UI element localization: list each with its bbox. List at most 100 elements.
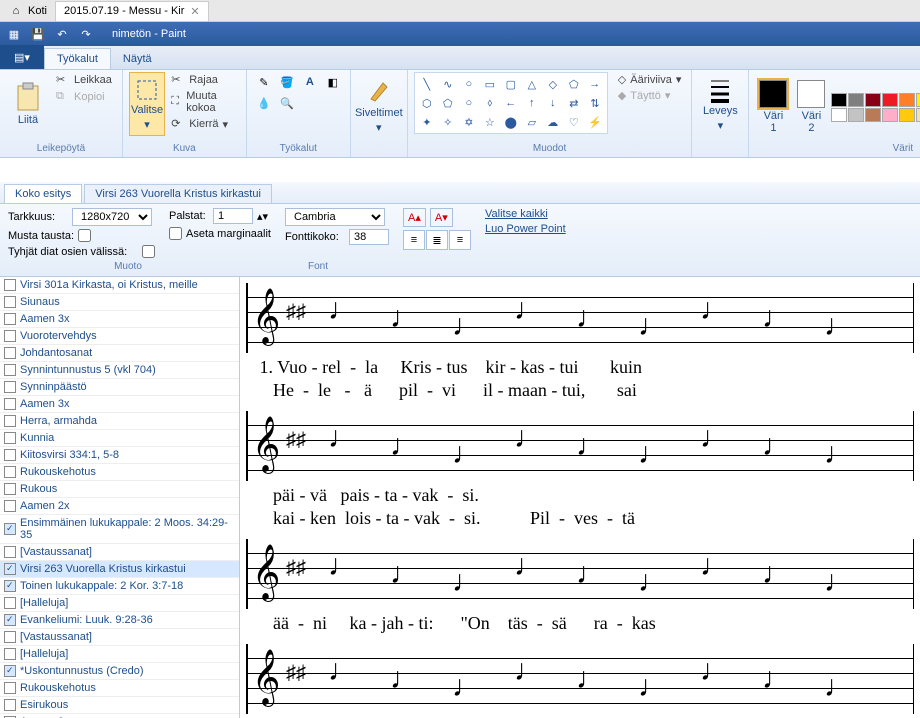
shrink-font-icon[interactable]: A▾ [430,208,453,227]
list-item[interactable]: [Vastaussanat] [0,629,239,646]
color-swatch[interactable] [848,93,864,107]
color-palette[interactable] [831,93,920,122]
checkbox-icon[interactable] [4,631,16,643]
app-menu-icon[interactable]: ▦ [4,25,24,43]
list-item[interactable]: Esirukous [0,697,239,714]
font-select[interactable]: Cambria [285,208,385,226]
list-item[interactable]: Herra, armahda [0,413,239,430]
resize-button[interactable]: ⛶Muuta kokoa [167,89,240,115]
checkbox-icon[interactable] [4,665,16,677]
brushes-button[interactable]: Siveltimet▾ [357,72,401,136]
outline-button[interactable]: ◇Ääriviiva▾ [614,72,686,87]
list-item[interactable]: Rukouskehotus [0,464,239,481]
file-menu[interactable]: ▤▾ [0,45,44,69]
pencil-icon[interactable]: ✎ [253,72,275,92]
checkbox-icon[interactable] [4,546,16,558]
checkbox-icon[interactable] [4,415,16,427]
list-item[interactable]: Vuorotervehdys [0,328,239,345]
blackbg-checkbox[interactable] [78,229,91,242]
create-ppt-link[interactable]: Luo Power Point [485,223,566,235]
cut-button[interactable]: ✂Leikkaa [52,72,116,88]
list-item[interactable]: *Uskontunnustus (Credo) [0,663,239,680]
resolution-select[interactable]: 1280x720 [72,208,152,226]
fontsize-spinner[interactable] [349,229,389,245]
select-button[interactable]: Valitse▾ [129,72,165,136]
redo-icon[interactable]: ↷ [76,25,96,43]
text-icon[interactable]: A [299,72,321,92]
list-item[interactable]: Synninpäästö [0,379,239,396]
checkbox-icon[interactable] [4,381,16,393]
list-item[interactable]: [Vastaussanat] [0,544,239,561]
columns-spinner[interactable] [213,208,253,224]
bucket-icon[interactable]: 🪣 [276,72,298,92]
magnifier-icon[interactable]: 🔍 [276,93,298,113]
checkbox-icon[interactable] [4,330,16,342]
paste-button[interactable]: Liitä [6,72,50,136]
list-item[interactable]: Virsi 263 Vuorella Kristus kirkastui [0,561,239,578]
list-item[interactable]: Rukouskehotus [0,680,239,697]
list-item[interactable]: Siunaus [0,294,239,311]
grow-font-icon[interactable]: A▴ [403,208,426,227]
checkbox-icon[interactable] [4,580,16,592]
home-icon[interactable]: ⌂ [8,0,24,22]
list-item[interactable]: [Halleluja] [0,595,239,612]
color-swatch[interactable] [916,108,920,122]
list-item[interactable]: Toinen lukukappale: 2 Kor. 3:7-18 [0,578,239,595]
list-item[interactable]: Kunnia [0,430,239,447]
checkbox-icon[interactable] [4,563,16,575]
color-swatch[interactable] [899,93,915,107]
checkbox-icon[interactable] [4,500,16,512]
list-item[interactable]: Rukous [0,481,239,498]
margins-checkbox[interactable] [169,227,182,240]
align-center-icon[interactable]: ≣ [426,230,448,250]
checkbox-icon[interactable] [4,432,16,444]
checkbox-icon[interactable] [4,313,16,325]
color-swatch[interactable] [882,108,898,122]
checkbox-icon[interactable] [4,466,16,478]
close-icon[interactable]: ✕ [190,5,199,18]
rotate-button[interactable]: ⟳Kierrä▾ [167,116,240,132]
ribbon-tab-tools[interactable]: Työkalut [44,48,111,69]
checkbox-icon[interactable] [4,648,16,660]
emptyslides-checkbox[interactable] [142,245,155,258]
list-item[interactable]: Virsi 301a Kirkasta, oi Kristus, meille [0,277,239,294]
select-all-link[interactable]: Valitse kaikki [485,208,548,220]
checkbox-icon[interactable] [4,597,16,609]
crop-button[interactable]: ✂Rajaa [167,72,240,88]
size-button[interactable]: Leveys▾ [698,72,742,136]
list-item[interactable]: Ensimmäinen lukukappale: 2 Moos. 34:29-3… [0,515,239,544]
copy-button[interactable]: ⧉Kopioi [52,89,116,105]
list-item[interactable]: [Halleluja] [0,646,239,663]
checkbox-icon[interactable] [4,296,16,308]
save-icon[interactable]: 💾 [28,25,48,43]
color2-button[interactable]: Väri 2 [793,80,829,134]
color-swatch[interactable] [882,93,898,107]
tab-hymn[interactable]: Virsi 263 Vuorella Kristus kirkastui [84,184,272,203]
list-item[interactable]: Aamen 3x [0,311,239,328]
home-label[interactable]: Koti [28,5,47,17]
score-canvas[interactable]: 𝄞♯♯♩♩♩♩♩♩♩♩♩ 1. Vuo - rel - la Kris - tu… [240,277,920,718]
list-item[interactable]: Kiitosvirsi 334:1, 5-8 [0,447,239,464]
browser-tab[interactable]: 2015.07.19 - Messu - Kir ✕ [55,1,209,21]
color-swatch[interactable] [831,93,847,107]
checkbox-icon[interactable] [4,279,16,291]
color1-button[interactable]: Väri 1 [755,80,791,134]
align-right-icon[interactable]: ≡ [449,230,471,250]
checkbox-icon[interactable] [4,523,16,535]
checkbox-icon[interactable] [4,364,16,376]
checkbox-icon[interactable] [4,483,16,495]
eyedropper-icon[interactable]: 💧 [253,93,275,113]
eraser-icon[interactable]: ◧ [322,72,344,92]
color-swatch[interactable] [899,108,915,122]
color-swatch[interactable] [916,93,920,107]
checkbox-icon[interactable] [4,614,16,626]
align-left-icon[interactable]: ≡ [403,230,425,250]
undo-icon[interactable]: ↶ [52,25,72,43]
tab-full-show[interactable]: Koko esitys [4,184,82,203]
checkbox-icon[interactable] [4,347,16,359]
checkbox-icon[interactable] [4,699,16,711]
list-item[interactable]: Evankeliumi: Luuk. 9:28-36 [0,612,239,629]
color-swatch[interactable] [831,108,847,122]
ribbon-tab-view[interactable]: Näytä [111,49,164,69]
shape-gallery[interactable]: ╲∿○▭▢△◇⬠→ ⬡⬠○⬨←↑↓⇄⇅ ✦✧✡☆⬤▱☁♡⚡ [414,72,608,134]
